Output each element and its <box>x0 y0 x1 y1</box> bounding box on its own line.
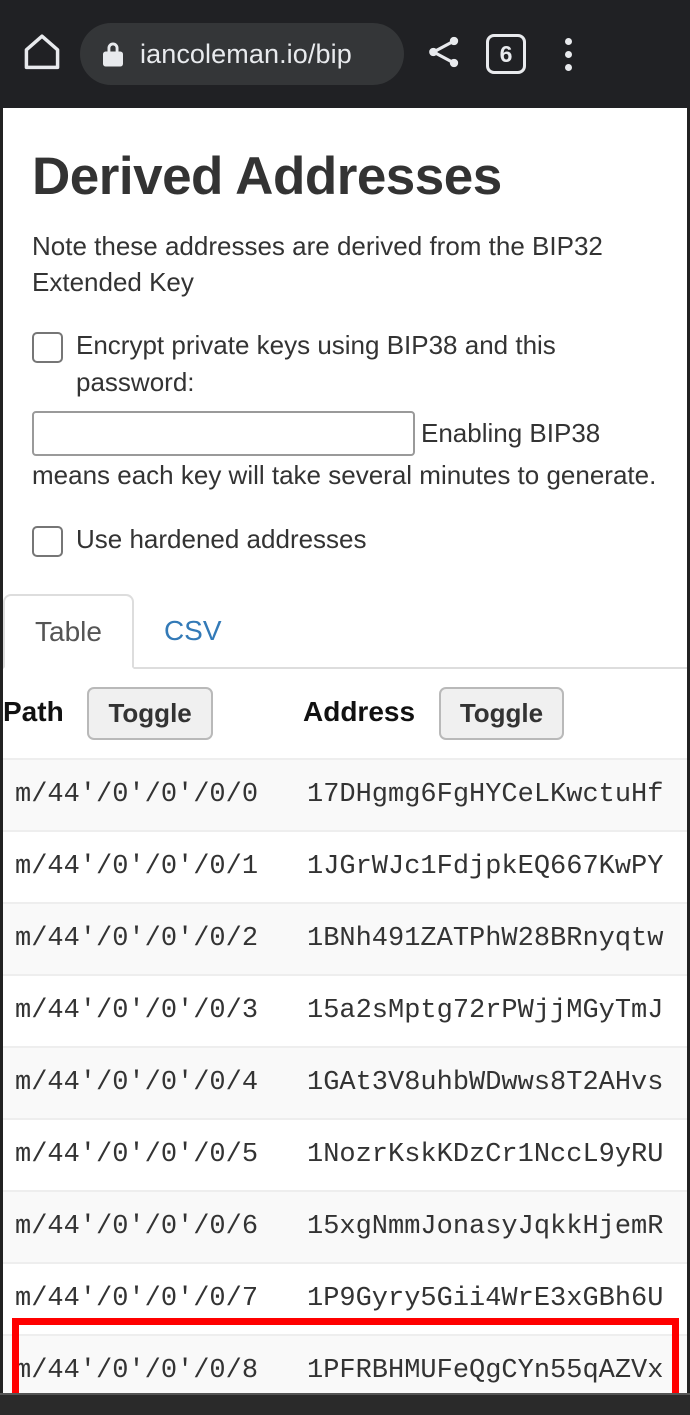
header-address: Address Toggle <box>303 669 687 759</box>
bip38-password-input[interactable] <box>32 410 415 456</box>
tab-switcher-button[interactable]: 6 <box>478 26 534 82</box>
header-path-label: Path <box>3 696 64 728</box>
table-row[interactable]: m/44'/0'/0'/0/4 1GAt3V8uhbWDwws8T2AHvs <box>3 1046 687 1120</box>
browser-toolbar: iancoleman.io/bip 6 <box>0 0 690 108</box>
cell-path: m/44'/0'/0'/0/5 <box>3 1118 303 1192</box>
cell-path: m/44'/0'/0'/0/4 <box>3 1046 303 1120</box>
cell-path: m/44'/0'/0'/0/0 <box>3 758 303 832</box>
table-row[interactable]: m/44'/0'/0'/0/1 1JGrWJc1FdjpkEQ667KwPY <box>3 830 687 904</box>
header-address-label: Address <box>303 696 416 728</box>
cell-address: 15a2sMptg72rPWjjMGyTmJ <box>303 974 687 1048</box>
table-body: m/44'/0'/0'/0/0 17DHgmg6FgHYCeLKwctuHf m… <box>3 758 687 1393</box>
derived-note: Note these addresses are derived from th… <box>32 231 603 297</box>
content-inner: Derived Addresses Note these addresses a… <box>3 146 687 558</box>
view-tabs: Table CSV <box>3 594 687 670</box>
cell-address: 15xgNmmJonasyJqkkHjemR <box>303 1190 687 1264</box>
bip38-tail-text: means each key will take several minutes… <box>32 459 657 490</box>
table-row[interactable]: m/44'/0'/0'/0/7 1P9Gyry5Gii4WrE3xGBh6U <box>3 1262 687 1336</box>
home-icon <box>20 30 64 79</box>
table-row[interactable]: m/44'/0'/0'/0/6 15xgNmmJonasyJqkkHjemR <box>3 1190 687 1264</box>
cell-address: 1PFRBHMUFeQgCYn55qAZVx <box>303 1334 687 1393</box>
share-button[interactable] <box>416 26 472 82</box>
hardened-checkbox[interactable] <box>32 526 63 558</box>
tab-table[interactable]: Table <box>3 594 134 670</box>
tab-csv-label: CSV <box>163 614 222 646</box>
page-content: Derived Addresses Note these addresses a… <box>0 108 690 1393</box>
table-row[interactable]: m/44'/0'/0'/0/2 1BNh491ZATPhW28BRnyqtw <box>3 902 687 976</box>
cell-address: 1NozrKskKDzCr1NccL9yRU <box>303 1118 687 1192</box>
home-button[interactable] <box>14 26 70 82</box>
page-title: Derived Addresses <box>32 147 502 206</box>
overflow-menu-icon <box>564 37 572 71</box>
bip38-checkbox-row[interactable]: Encrypt private keys using BIP38 and thi… <box>32 327 658 401</box>
url-text: iancoleman.io/bip <box>140 38 352 69</box>
derived-addresses-table-wrap: Path Toggle Address Toggle m/44'/0'/0'/0… <box>3 669 687 1393</box>
tab-table-label: Table <box>35 615 102 647</box>
cell-path: m/44'/0'/0'/0/6 <box>3 1190 303 1264</box>
share-icon <box>424 32 464 77</box>
table-head: Path Toggle Address Toggle <box>3 669 687 759</box>
lock-icon <box>100 39 126 69</box>
cell-path: m/44'/0'/0'/0/3 <box>3 974 303 1048</box>
cell-address: 1GAt3V8uhbWDwws8T2AHvs <box>303 1046 687 1120</box>
path-toggle-button[interactable]: Toggle <box>87 687 213 741</box>
header-path: Path Toggle <box>3 669 303 759</box>
cell-address: 1BNh491ZATPhW28BRnyqtw <box>303 902 687 976</box>
table-row[interactable]: m/44'/0'/0'/0/8 1PFRBHMUFeQgCYn55qAZVx <box>3 1334 687 1393</box>
bip38-password-row: Enabling BIP38 <box>32 410 658 456</box>
cell-path: m/44'/0'/0'/0/8 <box>3 1334 303 1393</box>
cell-address: 1P9Gyry5Gii4WrE3xGBh6U <box>303 1262 687 1336</box>
system-navigation-bar <box>0 1393 690 1415</box>
table-row[interactable]: m/44'/0'/0'/0/5 1NozrKskKDzCr1NccL9yRU <box>3 1118 687 1192</box>
cell-address: 1JGrWJc1FdjpkEQ667KwPY <box>303 830 687 904</box>
tab-csv[interactable]: CSV <box>134 594 252 667</box>
address-toggle-button[interactable]: Toggle <box>438 687 565 741</box>
tab-count-badge: 6 <box>486 34 526 74</box>
table-row[interactable]: m/44'/0'/0'/0/3 15a2sMptg72rPWjjMGyTmJ <box>3 974 687 1048</box>
table-row[interactable]: m/44'/0'/0'/0/0 17DHgmg6FgHYCeLKwctuHf <box>3 758 687 832</box>
bip38-checkbox[interactable] <box>32 331 63 363</box>
cell-address: 17DHgmg6FgHYCeLKwctuHf <box>303 758 687 832</box>
table-header-row: Path Toggle Address Toggle <box>3 669 687 759</box>
cell-path: m/44'/0'/0'/0/2 <box>3 902 303 976</box>
overflow-menu-button[interactable] <box>540 26 596 82</box>
url-bar[interactable]: iancoleman.io/bip <box>80 23 404 85</box>
derived-addresses-table: Path Toggle Address Toggle m/44'/0'/0'/0… <box>3 669 687 1393</box>
bip38-checkbox-label: Encrypt private keys using BIP38 and thi… <box>76 329 556 397</box>
cell-path: m/44'/0'/0'/0/7 <box>3 1262 303 1336</box>
bip38-enabling-text: Enabling BIP38 <box>421 417 601 448</box>
cell-path: m/44'/0'/0'/0/1 <box>3 830 303 904</box>
hardened-checkbox-label: Use hardened addresses <box>76 524 367 555</box>
hardened-checkbox-row[interactable]: Use hardened addresses <box>32 521 658 558</box>
